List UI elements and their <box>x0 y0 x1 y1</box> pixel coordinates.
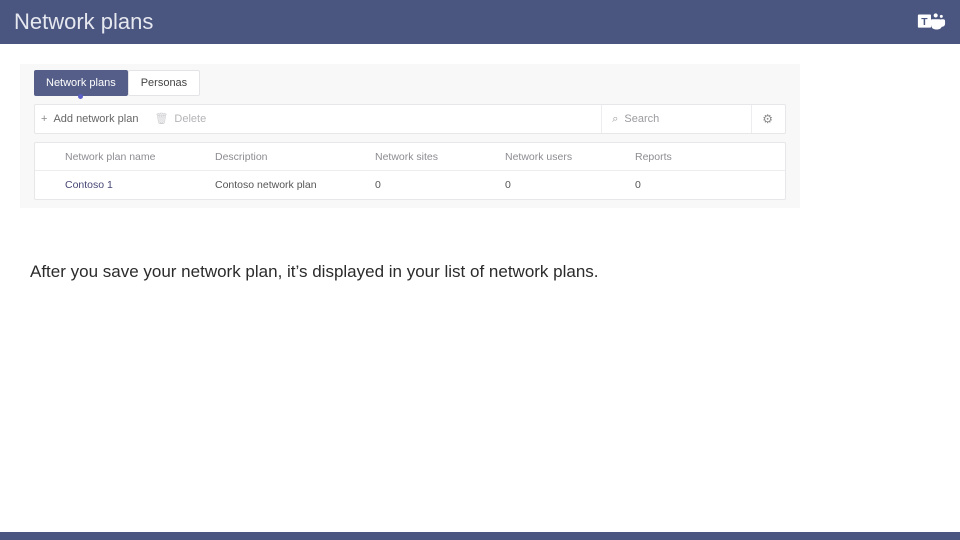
cell-description: Contoso network plan <box>215 179 375 191</box>
toolbar-left: + Add network plan 🗑 Delete <box>41 113 601 125</box>
table-header-row: Network plan name Description Network si… <box>35 143 785 171</box>
col-name: Network plan name <box>65 151 215 163</box>
add-label: Add network plan <box>53 113 138 125</box>
svg-text:T: T <box>921 17 928 28</box>
toolbar: + Add network plan 🗑 Delete ⌕ Search ⚙ <box>34 104 786 134</box>
page-title: Network plans <box>14 9 153 35</box>
teams-icon: T <box>916 7 946 37</box>
network-plans-table: Network plan name Description Network si… <box>34 142 786 200</box>
active-indicator-dot <box>78 94 83 99</box>
add-network-plan-button[interactable]: + Add network plan <box>41 113 138 125</box>
delete-label: Delete <box>174 113 206 125</box>
tab-network-plans[interactable]: Network plans <box>34 70 128 96</box>
cell-name[interactable]: Contoso 1 <box>65 179 215 191</box>
search-placeholder: Search <box>624 113 659 125</box>
col-sites: Network sites <box>375 151 505 163</box>
tab-personas[interactable]: Personas <box>128 70 200 96</box>
footer-stripe <box>0 532 960 540</box>
tab-label: Personas <box>141 77 187 89</box>
col-description: Description <box>215 151 375 163</box>
settings-button[interactable]: ⚙ <box>751 105 779 133</box>
teams-logo: T <box>916 7 946 37</box>
plus-icon: + <box>41 114 47 125</box>
search-input[interactable]: ⌕ Search <box>601 105 751 133</box>
slide-header: Network plans T <box>0 0 960 44</box>
slide-caption: After you save your network plan, it’s d… <box>30 262 960 282</box>
trash-icon: 🗑 <box>154 114 168 125</box>
gear-icon: ⚙ <box>762 112 773 126</box>
col-reports: Reports <box>635 151 765 163</box>
screenshot-panel: Network plans Personas + Add network pla… <box>20 64 800 208</box>
col-users: Network users <box>505 151 635 163</box>
delete-button[interactable]: 🗑 Delete <box>154 113 206 125</box>
search-icon: ⌕ <box>612 113 618 126</box>
tab-label: Network plans <box>46 77 116 89</box>
cell-sites: 0 <box>375 179 505 191</box>
cell-reports: 0 <box>635 179 765 191</box>
tabs-row: Network plans Personas <box>28 70 792 96</box>
cell-users: 0 <box>505 179 635 191</box>
table-row[interactable]: Contoso 1 Contoso network plan 0 0 0 <box>35 171 785 199</box>
